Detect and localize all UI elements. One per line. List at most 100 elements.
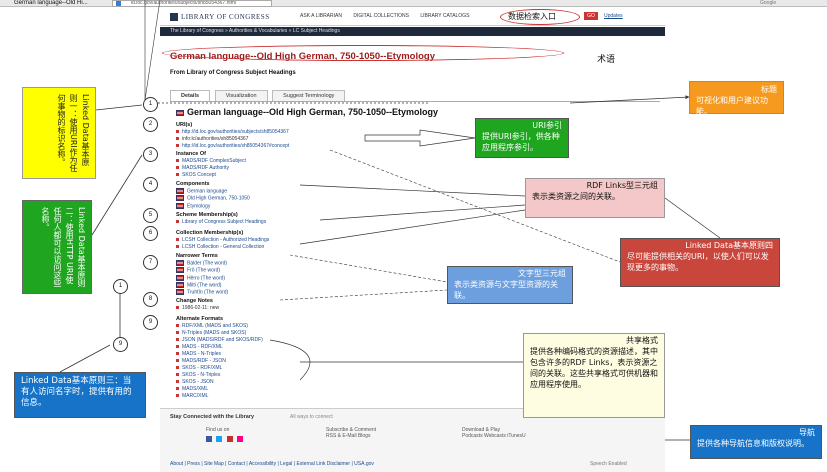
- footer-links[interactable]: About | Press | Site Map | Contact | Acc…: [170, 461, 374, 467]
- twitter-icon[interactable]: [216, 436, 223, 442]
- annotation-uri: URI参引 提供URI参引，供各种应用程序参引。: [475, 118, 569, 158]
- format-link[interactable]: MARC/XML: [176, 393, 263, 400]
- alternate-formats-title: Alternate Formats: [176, 316, 224, 322]
- nav-library-catalogs[interactable]: LIBRARY CATALOGS: [420, 13, 469, 19]
- flickr-icon[interactable]: [237, 436, 244, 442]
- flag-icon: [176, 188, 184, 194]
- component-item[interactable]: German language: [176, 188, 250, 195]
- bullet-icon: [176, 144, 179, 148]
- youtube-icon[interactable]: [226, 436, 233, 442]
- bullet-icon: [176, 387, 179, 391]
- scheme-section-title: Scheme Membership(s): [176, 212, 238, 218]
- annotation-principle-three: Linked Data基本原则三：当有人访问名字时，提供有用的信息。: [14, 372, 146, 418]
- tab-suggest-terminology[interactable]: Suggest Terminology: [272, 90, 346, 101]
- address-bar[interactable]: id.loc.gov/authorities/subjects/sh850543…: [112, 0, 272, 7]
- facebook-icon[interactable]: [206, 436, 212, 442]
- narrower-item[interactable]: Frô (The word): [176, 267, 228, 274]
- speech-enabled-link[interactable]: Speech Enabled: [590, 461, 627, 467]
- marker-9-secondary: 9: [113, 337, 128, 352]
- format-link[interactable]: SKOS - JSON: [176, 379, 263, 386]
- instance-section-title: Instance Of: [176, 151, 206, 157]
- tab-details[interactable]: Details: [170, 90, 211, 101]
- loc-logo-text: LIBRARY OF CONGRESS: [181, 13, 270, 21]
- scheme-item[interactable]: Library of Congress Subject Headings: [176, 219, 266, 226]
- format-link[interactable]: MADS/XML: [176, 386, 263, 393]
- components-section: Components German language Old High Germ…: [176, 181, 250, 210]
- component-item[interactable]: Old High German, 750-1050: [176, 195, 250, 202]
- narrower-item[interactable]: Milti (The word): [176, 281, 228, 289]
- bullet-icon: [176, 324, 179, 328]
- component-item[interactable]: Etymology: [176, 202, 250, 210]
- annotation-rdf-label: RDF Links型三元组: [586, 181, 658, 190]
- bullet-icon: [176, 306, 179, 310]
- annotation-shared-formats: 共享格式 提供各种编码格式的资源描述，其中包含许多的RDF Links，表示资源…: [523, 333, 665, 418]
- format-link[interactable]: JSON (MADS/RDF and SKOS/RDF): [176, 337, 263, 344]
- updates-link[interactable]: Updates: [604, 13, 623, 19]
- uri-section: URI(s) http://id.loc.gov/authorities/sub…: [176, 122, 289, 150]
- tab-divider: [170, 101, 660, 102]
- instance-item[interactable]: SKOS Concept: [176, 172, 246, 179]
- format-link[interactable]: MADS - RDF/XML: [176, 344, 263, 351]
- footer-subscribe: Subscribe & Comment RSS & E-Mail Blogs: [326, 427, 376, 439]
- uri-item[interactable]: http://id.loc.gov/authorities/subjects/s…: [176, 129, 289, 136]
- footer-find-us: Find us on: [206, 427, 246, 444]
- narrower-item[interactable]: Hêrro (The word): [176, 274, 228, 282]
- annotation-uri-label: URI参引: [532, 121, 562, 130]
- nav-ask-librarian[interactable]: ASK A LIBRARIAN: [300, 13, 342, 19]
- go-button[interactable]: GO: [584, 12, 598, 20]
- collection-section: Collection Membership(s) LCSH Collection…: [176, 230, 269, 251]
- search-provider[interactable]: Google: [760, 0, 776, 7]
- collection-item[interactable]: LCSH Collection - Authorized Headings: [176, 237, 269, 244]
- instance-item[interactable]: MADS/RDF Authority: [176, 165, 246, 172]
- instance-item[interactable]: MADS/RDF ComplexSubject: [176, 158, 246, 165]
- change-notes-title: Change Notes: [176, 298, 213, 304]
- narrower-item[interactable]: Balder (The word): [176, 260, 228, 267]
- narrower-item[interactable]: Truhtîn (The word): [176, 289, 228, 296]
- annotation-principle-one: Linked Data基本原则一：使用URI作为任何事物的标识名称。: [22, 87, 96, 179]
- format-link[interactable]: N-Triples (MADS and SKOS): [176, 330, 263, 337]
- format-link[interactable]: MADS/RDF - JSON: [176, 358, 263, 365]
- bullet-icon: [176, 394, 179, 398]
- breadcrumb-text[interactable]: The Library of Congress » Authorities & …: [170, 28, 340, 34]
- download-links[interactable]: Podcasts Webcasts iTunesU: [462, 433, 526, 439]
- flag-icon: [176, 195, 184, 202]
- annotation-nav-body: 提供各种导航信息和版权说明。: [697, 439, 809, 448]
- subscribe-links[interactable]: RSS & E-Mail Blogs: [326, 433, 376, 439]
- loc-header: LIBRARY OF CONGRESS ASK A LIBRARIAN DIGI…: [160, 8, 665, 26]
- marker-2: 2: [143, 117, 158, 132]
- search-entry-highlight: [500, 9, 580, 25]
- flag-icon: [176, 274, 184, 281]
- loc-logo[interactable]: LIBRARY OF CONGRESS: [170, 13, 270, 22]
- format-link[interactable]: RDF/XML (MADS and SKOS): [176, 323, 263, 330]
- browser-tab[interactable]: German language--Old Hi...: [14, 0, 88, 7]
- bullet-icon: [176, 173, 179, 177]
- tab-visualization[interactable]: Visualization: [214, 90, 268, 101]
- bullet-icon: [176, 331, 179, 335]
- format-link[interactable]: MADS - N-Triples: [176, 351, 263, 358]
- collection-item[interactable]: LCSH Collection - General Collection: [176, 244, 269, 251]
- loc-nav: ASK A LIBRARIAN DIGITAL COLLECTIONS LIBR…: [300, 13, 479, 19]
- change-note-item: 1986-02-11: new: [176, 305, 219, 312]
- breadcrumb: The Library of Congress » Authorities & …: [160, 27, 665, 36]
- flag-icon: [176, 281, 184, 288]
- title-highlight: [162, 45, 564, 61]
- bullet-icon: [176, 359, 179, 363]
- bullet-icon: [176, 338, 179, 342]
- footer-download: Download & Play Podcasts Webcasts iTunes…: [462, 427, 526, 439]
- nav-digital-collections[interactable]: DIGITAL COLLECTIONS: [353, 13, 409, 19]
- footer-subtitle[interactable]: All ways to connect: [290, 414, 333, 420]
- format-link[interactable]: SKOS - RDF/XML: [176, 365, 263, 372]
- instance-section: Instance Of MADS/RDF ComplexSubject MADS…: [176, 151, 246, 179]
- uri-item[interactable]: http://id.loc.gov/authorities/sh85054367…: [176, 143, 289, 150]
- format-link[interactable]: SKOS - N-Triples: [176, 372, 263, 379]
- bullet-icon: [176, 130, 179, 134]
- annotation-shared-body: 提供各种编码格式的资源描述，其中包含许多的RDF Links，表示资源之间的关联…: [530, 347, 658, 389]
- annotation-ld-label: Linked Data基本原则四: [685, 241, 773, 250]
- flag-icon: [176, 267, 184, 274]
- loc-logo-icon: [170, 13, 178, 22]
- collection-section-title: Collection Membership(s): [176, 230, 244, 236]
- annotation-rdf-body: 表示类资源之间的关联。: [532, 192, 620, 201]
- record-heading: German language--Old High German, 750-10…: [176, 107, 438, 117]
- annotation-principle-two: Linked Data基本原则二：使用HTTP URI使任何人都可以访问这些名称…: [22, 200, 92, 294]
- marker-4: 4: [143, 177, 158, 192]
